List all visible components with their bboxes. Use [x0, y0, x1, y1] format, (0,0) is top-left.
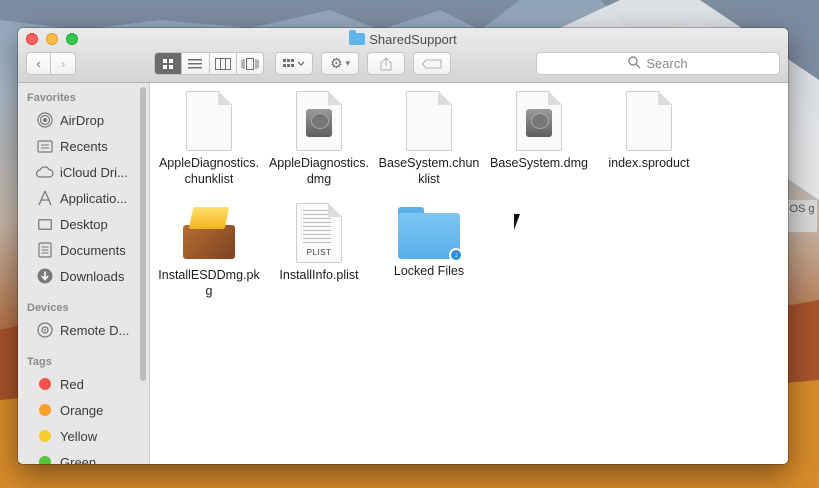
file-item[interactable]: PLIST InstallInfo.plist [261, 203, 377, 283]
sidebar-item-documents[interactable]: Documents [18, 239, 142, 261]
titlebar: SharedSupport ‹ › ⚙ ▾ Search [18, 28, 788, 83]
cover-flow-icon [241, 57, 259, 70]
search-placeholder: Search [646, 56, 688, 71]
file-item[interactable]: AppleDiagnostics. dmg [261, 91, 377, 187]
share-button[interactable] [367, 52, 405, 75]
arrange-button[interactable] [275, 52, 313, 75]
file-item[interactable]: AppleDiagnostics. chunklist [151, 91, 267, 187]
columns-icon [214, 57, 231, 70]
sidebar-item-desktop[interactable]: Desktop [18, 213, 142, 235]
applications-icon [36, 190, 54, 206]
file-item[interactable]: index.sproduct [591, 91, 707, 171]
devices-header: Devices [27, 302, 69, 314]
downloads-icon [36, 268, 54, 284]
disk-image-icon [516, 91, 562, 151]
sidebar-item-label: Desktop [60, 216, 108, 232]
sidebar: Favorites AirDrop Recents iCloud Dri... … [18, 83, 150, 464]
disk-image-icon [296, 91, 342, 151]
search-input[interactable]: Search [536, 52, 780, 75]
file-name: AppleDiagnostics. chunklist [158, 156, 260, 186]
sidebar-tag-yellow[interactable]: Yellow [18, 425, 142, 447]
arrange-grid-icon [283, 58, 305, 67]
file-item[interactable]: BaseSystem.dmg [481, 91, 597, 171]
finder-window: SharedSupport ‹ › ⚙ ▾ Search Favorites A… [18, 28, 788, 464]
window-title-text: SharedSupport [369, 32, 457, 47]
icloud-icon [36, 164, 54, 180]
airdrop-icon [36, 112, 54, 128]
file-name: Locked Files [393, 264, 465, 278]
tag-dot-icon [39, 378, 51, 390]
sidebar-tag-orange[interactable]: Orange [18, 399, 142, 421]
file-item[interactable]: InstallESDDmg.pk g [151, 203, 267, 299]
gear-icon: ⚙ [329, 55, 343, 71]
sidebar-item-label: Yellow [60, 428, 98, 444]
chevron-down-icon: ▾ [345, 58, 351, 68]
file-name: BaseSystem.dmg [490, 156, 588, 170]
action-button[interactable]: ⚙ ▾ [321, 52, 359, 75]
document-icon [186, 91, 232, 151]
icon-view-button[interactable] [155, 53, 183, 74]
folder-icon: ↓ [398, 207, 463, 262]
favorites-header: Favorites [27, 92, 76, 104]
view-mode-control [154, 52, 264, 75]
background-window-fragment: OS g [787, 200, 817, 232]
sidebar-item-applications[interactable]: Applicatio... [18, 187, 142, 209]
sidebar-item-label: Remote D... [60, 322, 130, 338]
tag-dot-icon [39, 404, 51, 416]
share-icon [380, 56, 392, 70]
document-icon [406, 91, 452, 151]
sidebar-item-label: Applicatio... [60, 190, 128, 206]
file-name: AppleDiagnostics. dmg [268, 156, 370, 186]
sidebar-item-label: Red [60, 376, 84, 392]
cover-flow-button[interactable] [237, 53, 263, 74]
package-icon [179, 203, 239, 263]
column-view-button[interactable] [210, 53, 237, 74]
file-name: index.sproduct [608, 156, 690, 170]
desktop-icon [36, 216, 54, 232]
sidebar-item-downloads[interactable]: Downloads [18, 265, 142, 287]
tags-button[interactable] [413, 52, 451, 75]
sidebar-item-label: iCloud Dri... [60, 164, 128, 180]
sidebar-item-label: Green [60, 454, 97, 465]
sidebar-item-label: Recents [60, 138, 108, 154]
tag-dot-icon [39, 430, 51, 442]
list-icon [188, 58, 203, 68]
search-icon [628, 55, 641, 72]
folder-icon [349, 30, 366, 45]
documents-icon [36, 242, 54, 258]
grid-icon [163, 58, 174, 69]
sidebar-item-icloud-drive[interactable]: iCloud Dri... [18, 161, 142, 183]
mouse-cursor-icon [514, 214, 526, 230]
recents-icon [36, 138, 54, 154]
back-button[interactable]: ‹ [26, 52, 51, 75]
document-icon [626, 91, 672, 151]
sidebar-item-label: Documents [60, 242, 126, 258]
tag-icon [422, 59, 442, 68]
tags-header: Tags [27, 356, 52, 368]
remote-disc-icon [36, 322, 54, 338]
forward-button[interactable]: › [50, 52, 76, 75]
chevron-right-icon: › [60, 56, 66, 71]
sidebar-item-label: AirDrop [60, 112, 105, 128]
sidebar-item-recents[interactable]: Recents [18, 135, 142, 157]
file-item[interactable]: ↓ Locked Files [371, 203, 487, 279]
file-name: BaseSystem.chun klist [378, 156, 480, 186]
sidebar-item-label: Orange [60, 402, 104, 418]
sidebar-item-remote-disc[interactable]: Remote D... [18, 319, 142, 341]
sidebar-item-airdrop[interactable]: AirDrop [18, 109, 142, 131]
tag-dot-icon [39, 456, 51, 464]
chevron-left-icon: ‹ [36, 56, 41, 71]
sidebar-tag-green[interactable]: Green [18, 451, 142, 464]
file-browser: AppleDiagnostics. chunklist AppleDiagnost… [151, 83, 788, 464]
sidebar-tag-red[interactable]: Red [18, 373, 142, 395]
plist-icon: PLIST [296, 203, 342, 263]
window-title: SharedSupport [18, 30, 788, 47]
sidebar-item-label: Downloads [60, 268, 125, 284]
file-name: InstallESDDmg.pk g [158, 268, 260, 298]
list-view-button[interactable] [182, 53, 210, 74]
file-name: InstallInfo.plist [279, 268, 359, 282]
file-item[interactable]: BaseSystem.chun klist [371, 91, 487, 187]
